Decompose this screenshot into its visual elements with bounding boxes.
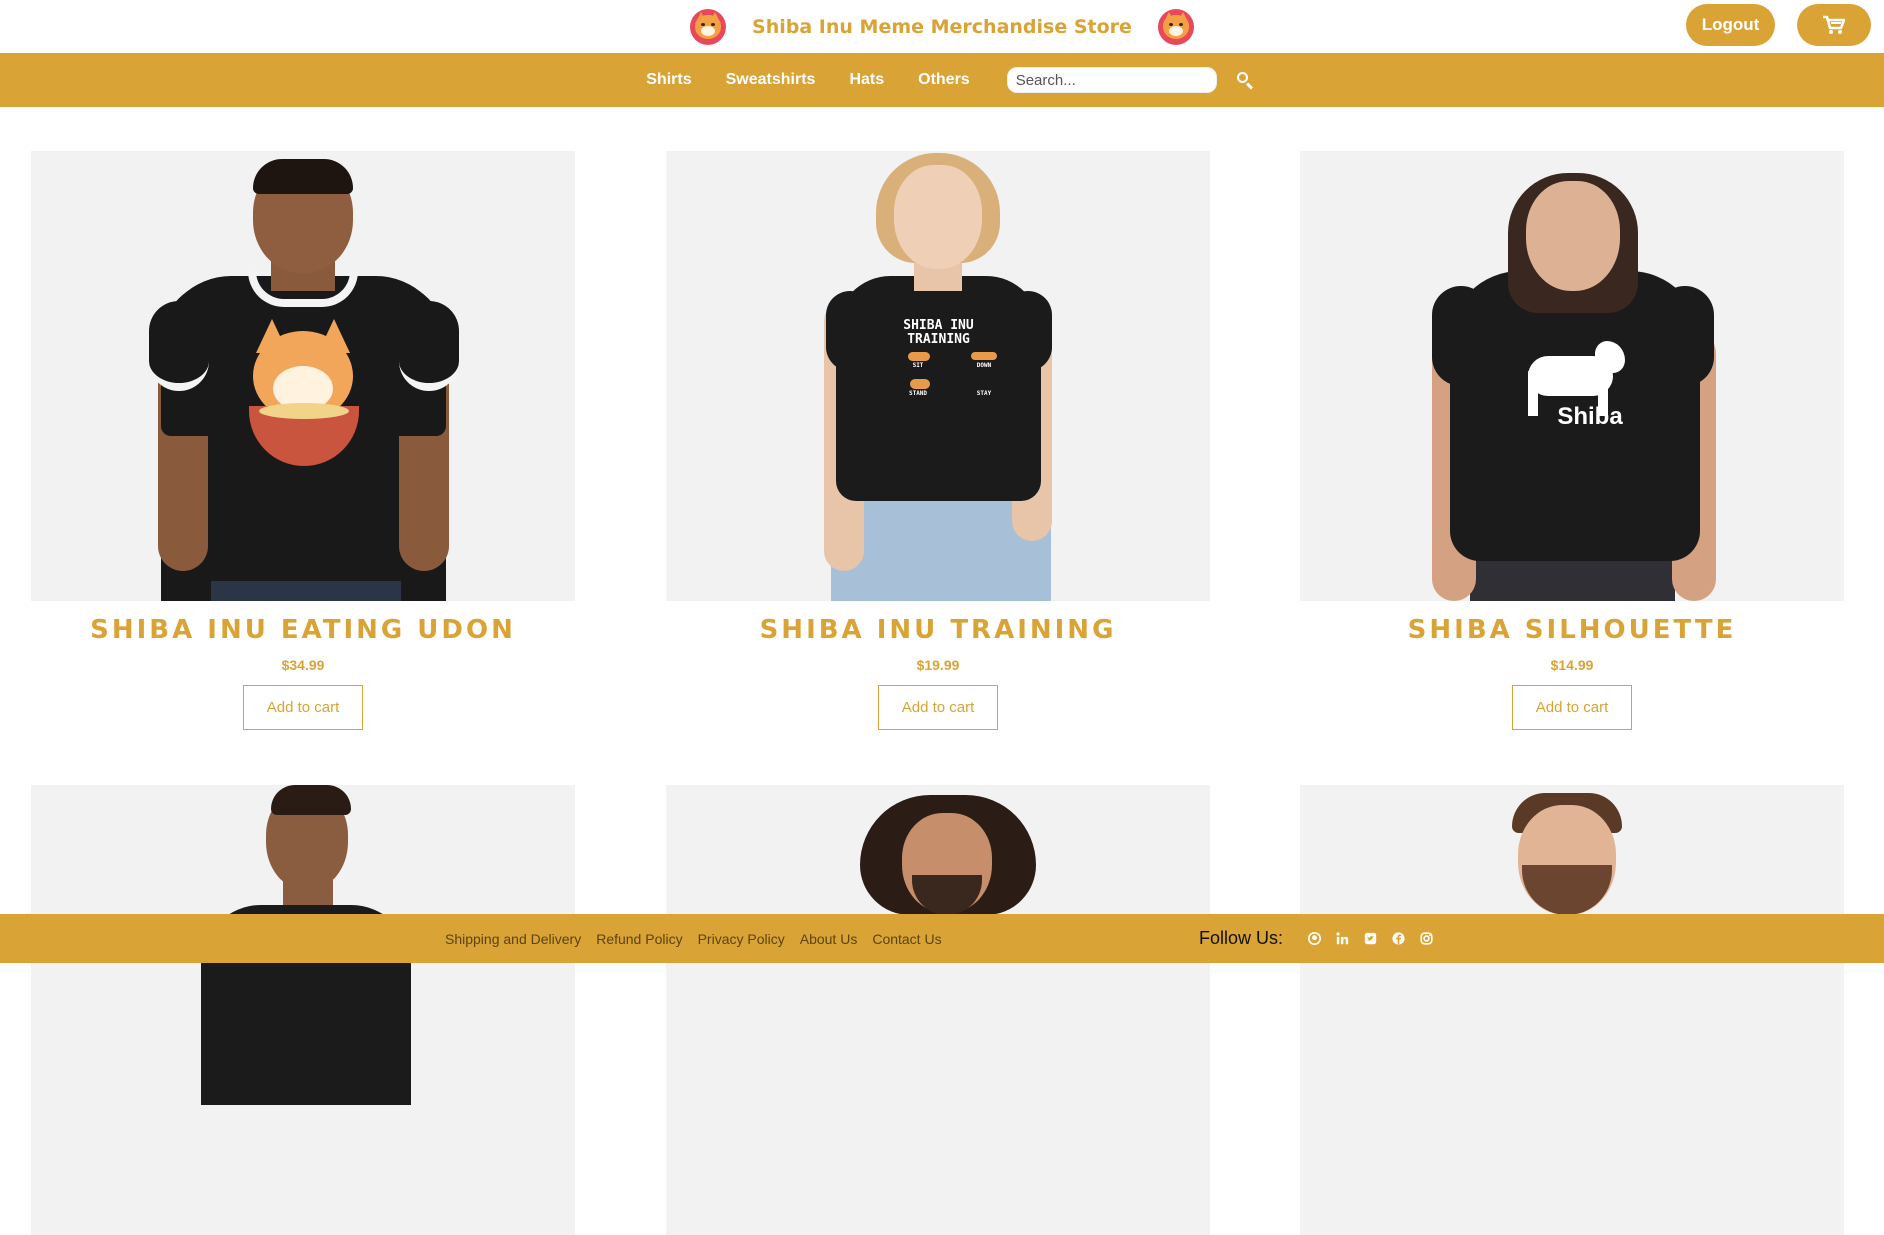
github-icon[interactable] [1307,932,1321,946]
instagram-icon[interactable] [1419,932,1433,946]
nav-item-others[interactable]: Others [918,71,970,89]
add-to-cart-button[interactable]: Add to cart [878,685,998,730]
print-down: DOWN [976,362,992,369]
nav-item-shirts[interactable]: Shirts [646,71,691,89]
top-bar: Shiba Inu Meme Merchandise Store Logout [0,0,1884,53]
cart-icon [1823,15,1846,34]
footer: Shipping and Delivery Refund Policy Priv… [0,914,1884,963]
footer-links: Shipping and Delivery Refund Policy Priv… [445,914,942,963]
product-title[interactable]: SHIBA SILHOUETTE [1300,615,1844,649]
print-shiba-word: Shiba [1557,403,1623,430]
product-title[interactable]: SHIBA INU TRAINING [666,615,1210,649]
product-card [666,785,1210,1235]
social-follow: Follow Us: [1199,914,1433,963]
shiba-logo-icon [690,8,727,45]
product-image[interactable] [31,785,575,1235]
product-card: SHIBA INU TRAINING SIT DOWN STAND STAY S… [666,151,1210,730]
brand: Shiba Inu Meme Merchandise Store [0,0,1884,53]
print-stay: STAY [976,390,992,397]
product-price: $34.99 [281,657,325,673]
print-line-2: TRAINING [907,332,970,347]
category-nav: Shirts Sweatshirts Hats Others [0,53,1884,107]
product-image[interactable]: SHIBA INU TRAINING SIT DOWN STAND STAY [666,151,1210,601]
add-to-cart-button[interactable]: Add to cart [243,685,363,730]
add-to-cart-button[interactable]: Add to cart [1512,685,1632,730]
shiba-logo-icon [1157,8,1194,45]
footer-link-about[interactable]: About Us [800,931,858,947]
print-stand: STAND [908,390,928,397]
twitter-icon[interactable] [1363,932,1377,946]
cart-button[interactable] [1797,4,1871,46]
product-image[interactable]: Shiba [1300,151,1844,601]
facebook-icon[interactable] [1391,932,1405,946]
print-line-1: SHIBA INU [903,318,974,333]
search-icon[interactable] [1235,70,1255,90]
product-image[interactable] [1300,785,1844,1235]
follow-label: Follow Us: [1199,928,1284,948]
footer-link-privacy[interactable]: Privacy Policy [698,931,785,947]
product-card: Shiba SHIBA SILHOUETTE $14.99 Add to car… [1300,151,1844,730]
footer-link-contact[interactable]: Contact Us [872,931,941,947]
print-sit: SIT [912,362,924,369]
product-title[interactable]: SHIBA INU EATING UDON [31,615,575,649]
product-card [1300,785,1844,1235]
footer-link-shipping[interactable]: Shipping and Delivery [445,931,581,947]
store-title: Shiba Inu Meme Merchandise Store [752,15,1132,38]
product-price: $14.99 [1550,657,1594,673]
product-card [31,785,575,1235]
product-card: SHIBA INU EATING UDON $34.99 Add to cart [31,151,575,730]
nav-item-sweatshirts[interactable]: Sweatshirts [726,71,816,89]
logout-button[interactable]: Logout [1686,4,1775,46]
footer-link-refund[interactable]: Refund Policy [596,931,682,947]
product-price: $19.99 [916,657,960,673]
nav-item-hats[interactable]: Hats [849,71,884,89]
product-image[interactable] [666,785,1210,1235]
product-image[interactable] [31,151,575,601]
search-input[interactable] [1006,67,1217,93]
linkedin-icon[interactable] [1335,932,1349,946]
